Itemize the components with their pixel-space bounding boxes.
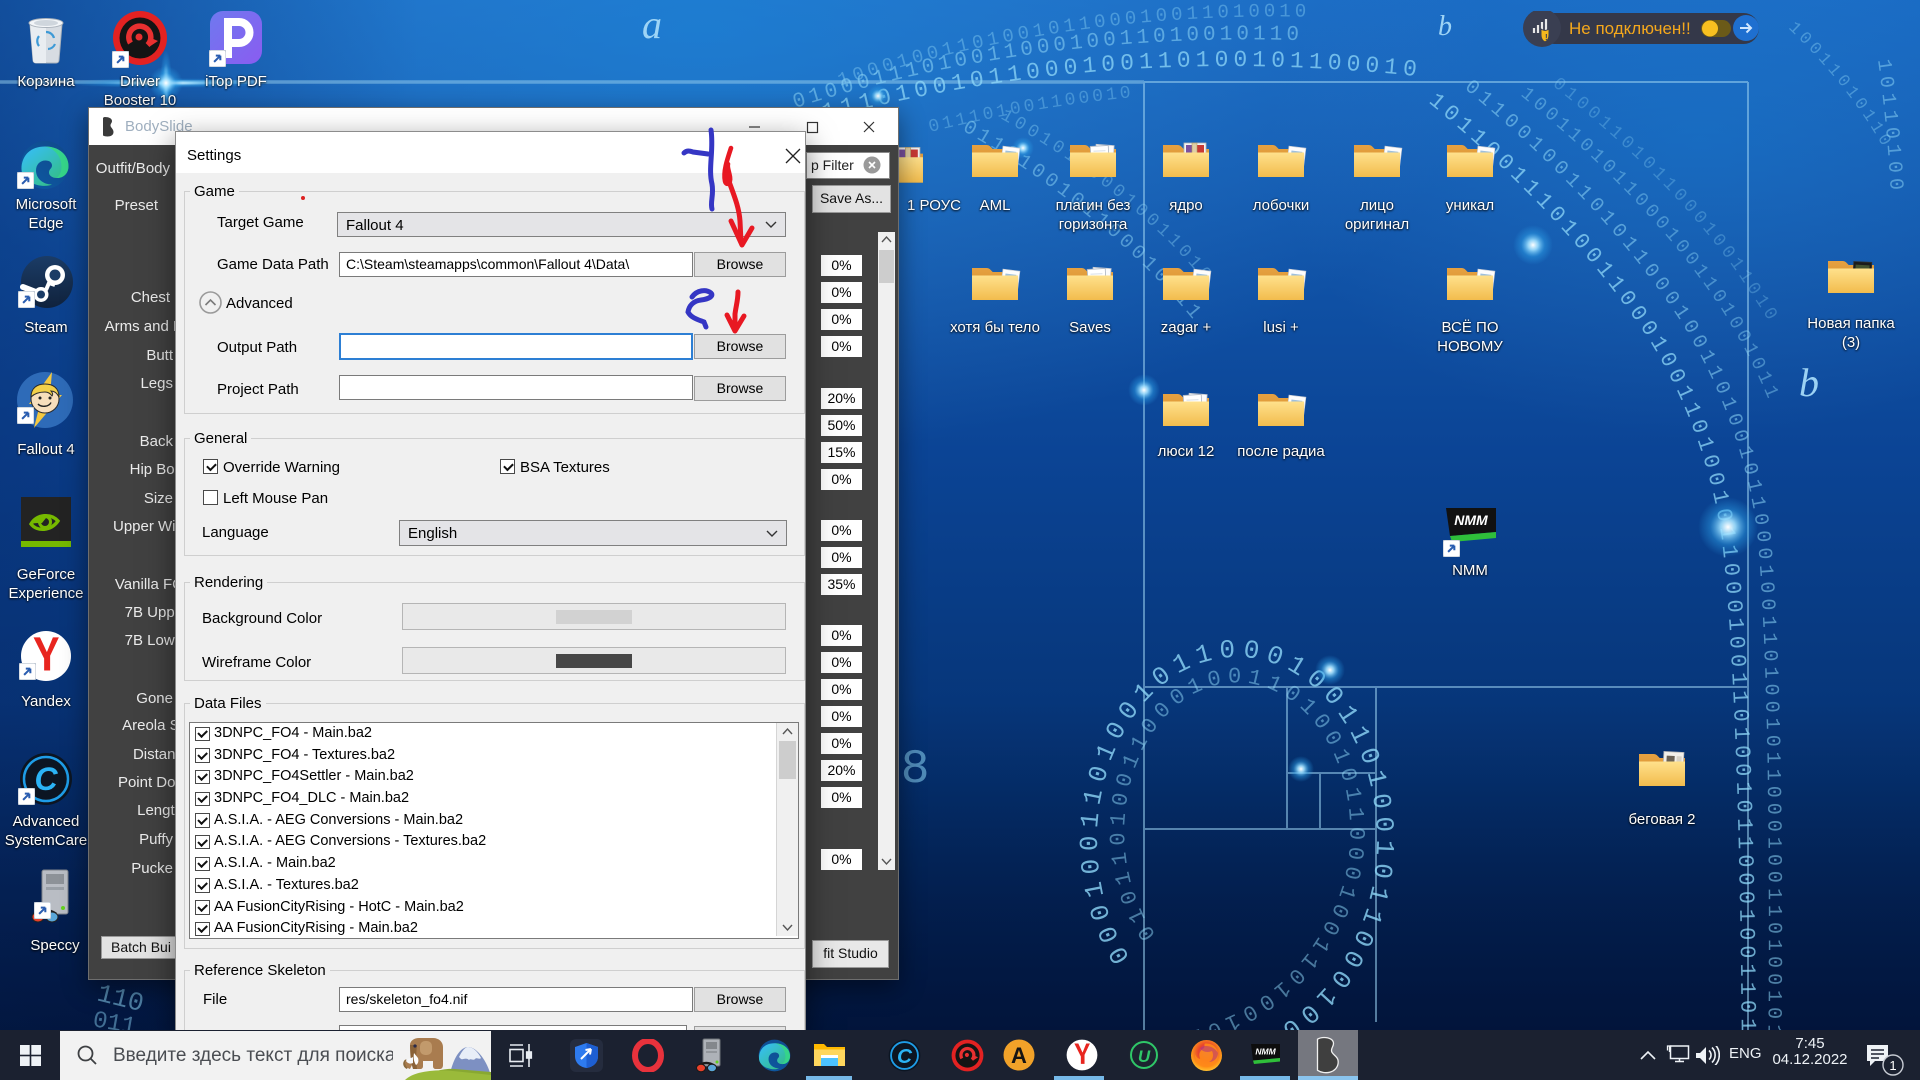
svg-text:C: C (897, 1045, 913, 1068)
svg-text:U: U (1138, 1047, 1151, 1066)
svg-text:!: ! (1545, 33, 1548, 42)
svg-text:1: 1 (1889, 1058, 1896, 1073)
svg-text:A: A (1011, 1043, 1027, 1068)
svg-text:NMM: NMM (1255, 1047, 1276, 1057)
svg-text:C: C (34, 761, 58, 797)
svg-text:NMM: NMM (1454, 512, 1488, 528)
svg-text:Не подключен!!: Не подключен!! (1569, 19, 1691, 38)
